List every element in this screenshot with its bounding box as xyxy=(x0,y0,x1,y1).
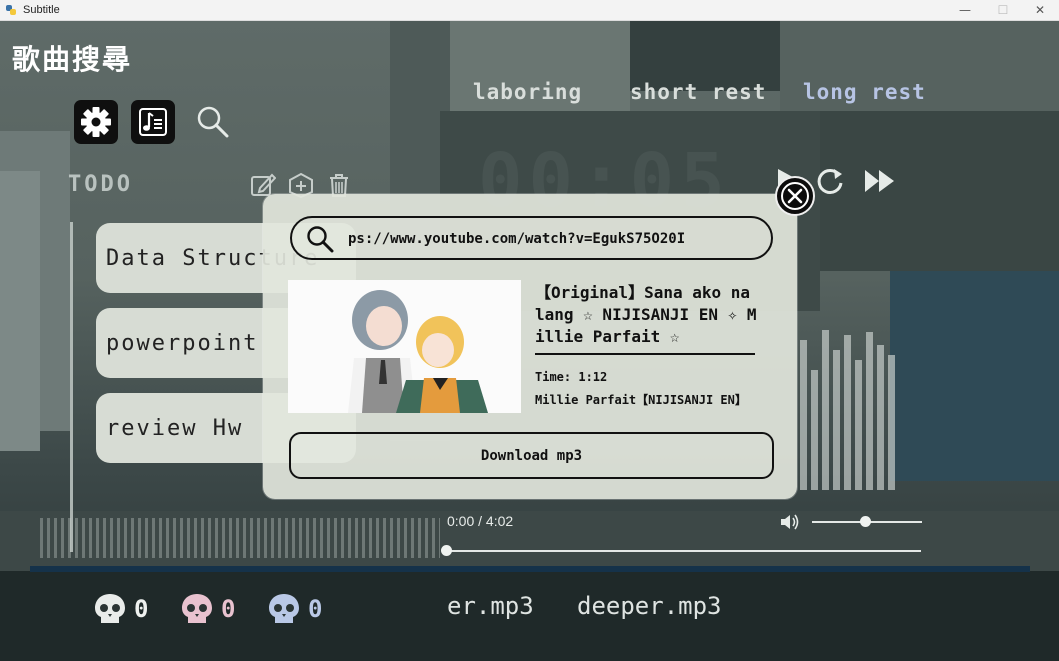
seek-thumb[interactable] xyxy=(441,545,452,556)
search-icon xyxy=(307,226,334,253)
playlist-item[interactable]: deeper.mp3 xyxy=(577,592,722,620)
maximize-button[interactable]: ☐ xyxy=(984,0,1022,20)
search-button[interactable] xyxy=(196,105,230,139)
counter-value: 0 xyxy=(221,595,236,623)
reset-icon[interactable] xyxy=(815,166,845,196)
video-thumbnail xyxy=(288,280,521,413)
close-window-button[interactable]: ✕ xyxy=(1021,0,1059,20)
close-icon xyxy=(781,182,809,210)
close-dialog-button[interactable] xyxy=(775,176,815,216)
playlist-item[interactable]: er.mp3 xyxy=(447,592,534,620)
todo-timeline xyxy=(70,222,73,552)
skull-icon xyxy=(182,594,212,623)
minimize-button[interactable]: — xyxy=(946,0,984,20)
todo-heading: TODO xyxy=(68,172,133,197)
url-input[interactable] xyxy=(346,227,760,251)
settings-button[interactable] xyxy=(74,100,118,144)
url-search-bar[interactable] xyxy=(290,216,773,260)
window-title: Subtitle xyxy=(23,4,60,16)
search-icon xyxy=(197,106,229,138)
tab-long-rest[interactable]: long rest xyxy=(803,80,926,104)
counter-3: 0 xyxy=(266,592,322,626)
counter-2: 0 xyxy=(179,592,235,626)
counter-value: 0 xyxy=(308,595,323,623)
download-mp3-button[interactable]: Download mp3 xyxy=(289,432,774,479)
volume-slider-thumb[interactable] xyxy=(860,516,871,527)
tab-laboring[interactable]: laboring xyxy=(473,80,582,104)
equalizer xyxy=(800,330,910,490)
music-list-button[interactable] xyxy=(131,100,175,144)
skip-icon[interactable] xyxy=(863,166,897,196)
tab-short-rest[interactable]: short rest xyxy=(630,80,766,104)
song-divider xyxy=(535,353,755,355)
window-titlebar: Subtitle — ☐ ✕ xyxy=(0,0,1059,21)
seek-bar[interactable] xyxy=(446,550,921,552)
skull-icon xyxy=(269,594,299,623)
song-title: 【Original】Sana ako na lang ☆ NIJISANJI E… xyxy=(535,283,757,346)
counter-1: 0 xyxy=(92,592,148,626)
skull-icon xyxy=(95,594,125,623)
volume-icon[interactable] xyxy=(779,512,801,532)
gear-icon xyxy=(81,107,111,137)
app-python-icon xyxy=(6,5,16,15)
song-channel: Millie Parfait【NIJISANJI EN】 xyxy=(535,393,747,407)
playback-time: 0:00 / 4:02 xyxy=(447,513,514,529)
music-note-icon xyxy=(139,108,167,136)
todo-item-label: review Hw xyxy=(106,415,244,441)
counter-value: 0 xyxy=(134,595,149,623)
todo-item-label: powerpoint xyxy=(106,330,259,356)
song-duration: Time: 1:12 xyxy=(535,370,608,384)
page-title: 歌曲搜尋 xyxy=(12,43,133,76)
